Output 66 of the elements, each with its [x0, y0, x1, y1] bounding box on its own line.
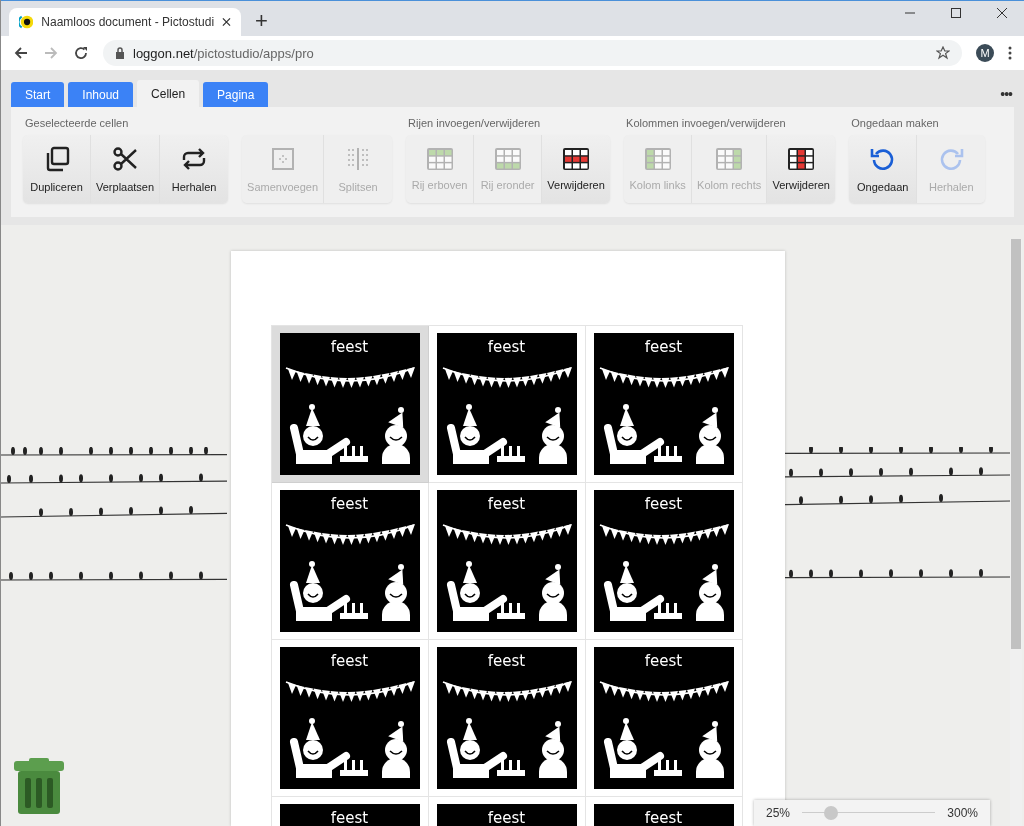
grid-cell[interactable]: feest [428, 797, 586, 826]
back-arrow-icon[interactable] [13, 45, 29, 61]
table-grid-icon [562, 147, 591, 171]
ribbon-tab[interactable]: Inhoud [68, 82, 134, 107]
grid-cell[interactable]: feest [585, 640, 743, 797]
group-title: Geselecteerde cellen [25, 117, 129, 129]
pictogram-label: feest [330, 809, 369, 826]
grid-cell[interactable]: feest [428, 483, 586, 640]
grid-cell[interactable]: feest [271, 640, 429, 797]
grid-cell[interactable]: feest [585, 483, 743, 640]
ribbon-button[interactable]: Dupliceren [23, 135, 91, 203]
slider-thumb[interactable] [824, 806, 839, 820]
grid-cell[interactable]: feest [585, 326, 743, 483]
pictogram-label: feest [330, 495, 369, 513]
trash-icon[interactable] [13, 758, 65, 814]
group-title: Kolommen invoegen/verwijderen [626, 117, 786, 129]
grid-cell[interactable]: feest [585, 797, 743, 826]
pictogram-label: feest [330, 338, 369, 356]
lock-icon [115, 47, 125, 59]
ribbon-tab[interactable]: Start [11, 82, 65, 107]
close-icon[interactable] [996, 7, 1008, 19]
tab-title: Naamloos document - Pictostudi [41, 15, 215, 29]
pictogram-label: feest [487, 809, 526, 826]
pictogram-label: feest [644, 652, 683, 670]
app-logo-icon [19, 14, 34, 30]
grid-cell[interactable]: feest [271, 326, 429, 483]
new-tab-button[interactable]: + [251, 8, 272, 34]
ribbon-button[interactable]: Verwijderen [767, 135, 836, 203]
table-grid-icon [715, 147, 744, 171]
group-title: Rijen invoegen/verwijderen [408, 117, 541, 129]
table-grid-icon [425, 147, 454, 171]
url-text: loggon.net/pictostudio/apps/pro [133, 45, 314, 61]
table-grid-icon [787, 147, 816, 171]
ribbon-button[interactable]: Herhalen [160, 135, 229, 203]
pictogram-label: feest [487, 652, 526, 670]
table-grid-icon [643, 147, 672, 171]
table-grid-icon [493, 147, 522, 171]
ribbon-tab[interactable]: Cellen [137, 80, 200, 107]
menu-icon[interactable] [1008, 46, 1012, 60]
ribbon-tab[interactable]: Pagina [203, 82, 269, 107]
more-menu[interactable]: ••• [1000, 85, 1012, 102]
pictogram-label: feest [644, 338, 683, 356]
pictogram-label: feest [644, 809, 683, 826]
grid-cell[interactable]: feest [271, 797, 429, 826]
ribbon-button[interactable]: Verplaatsen [91, 135, 161, 203]
address-field[interactable]: loggon.net/pictostudio/apps/pro [103, 40, 962, 66]
pictogram-label: feest [644, 495, 683, 513]
pictogram-label: feest [487, 495, 526, 513]
grid-cell[interactable]: feest [428, 326, 586, 483]
grid-cell[interactable]: feest [271, 483, 429, 640]
star-icon[interactable] [936, 46, 950, 60]
group-title: Ongedaan maken [851, 117, 939, 129]
scrollbar[interactable] [1010, 239, 1022, 826]
zoom-max-label: 300% [947, 806, 978, 820]
close-icon[interactable] [222, 17, 231, 27]
pictogram-label: feest [487, 338, 526, 356]
scrollbar-thumb[interactable] [1011, 239, 1021, 649]
ribbon-button[interactable]: Ongedaan [849, 135, 918, 203]
grid-cell[interactable]: feest [428, 640, 586, 797]
browser-tab[interactable]: Naamloos document - Pictostudi [9, 8, 241, 36]
pictogram-label: feest [330, 652, 369, 670]
ribbon-button[interactable]: Verwijderen [542, 135, 611, 203]
maximize-icon[interactable] [950, 7, 962, 19]
profile-avatar[interactable]: M [976, 44, 994, 62]
reload-icon[interactable] [73, 45, 89, 61]
zoom-min-label: 25% [766, 806, 791, 820]
